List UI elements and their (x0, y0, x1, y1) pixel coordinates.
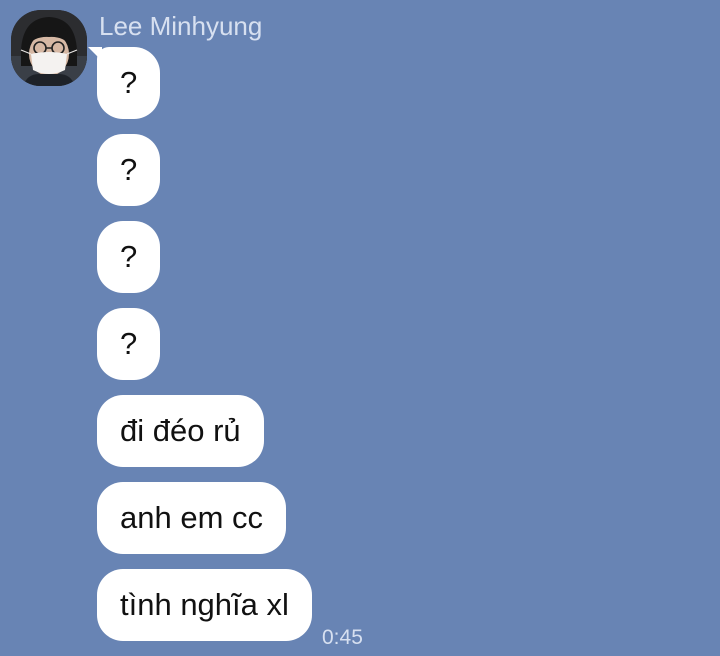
message-list: ? ? ? ? đi đéo rủ anh em cc tình nghĩa x… (88, 47, 697, 656)
message-bubble[interactable]: ? (97, 47, 161, 119)
avatar[interactable] (11, 10, 87, 86)
sender-name: Lee Minhyung (99, 11, 263, 41)
message-bubble[interactable]: ? (97, 308, 161, 380)
message-row: ? (88, 47, 697, 119)
message-timestamp: 0:45 (322, 626, 363, 649)
message-bubble[interactable]: ? (97, 134, 161, 206)
message-row: ? (97, 308, 697, 380)
message-bubble[interactable]: tình nghĩa xl (97, 569, 312, 641)
message-row: ? (97, 134, 697, 206)
message-bubble[interactable]: đi đéo rủ (97, 395, 264, 467)
avatar-photo-icon (11, 10, 87, 86)
message-bubble[interactable]: anh em cc (97, 482, 287, 554)
message-row: tình nghĩa xl 0:45 (97, 569, 697, 649)
message-row: anh em cc (97, 482, 697, 554)
message-row: đi đéo rủ (97, 395, 697, 467)
message-bubble[interactable]: ? (97, 221, 161, 293)
message-row: ? (97, 221, 697, 293)
